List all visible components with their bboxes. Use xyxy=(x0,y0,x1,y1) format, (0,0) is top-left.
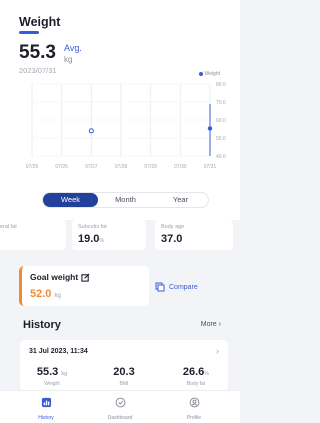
tab-history[interactable]: History xyxy=(16,395,76,421)
history-record[interactable]: 31 Jul 2023, 11:34 › 55.3 kg Weight 20.3… xyxy=(20,340,228,391)
x-tick-label: 07/26 xyxy=(55,164,68,170)
date-label: 2023/07/31 xyxy=(19,66,57,75)
record-body-fat: 26.6% Body fat xyxy=(182,366,210,387)
record-date: 31 Jul 2023, 11:34 xyxy=(29,348,88,355)
legend-label: Weight xyxy=(204,71,220,77)
weight-chart: 80.0 70.0 60.0 50.0 40.0 07/25 07/26 07/27 07/28… xyxy=(26,82,226,170)
data-point xyxy=(88,128,94,134)
compare-button[interactable]: Compare xyxy=(155,282,198,292)
dashboard-icon xyxy=(115,397,125,408)
x-tick-label: 07/27 xyxy=(85,164,98,170)
goal-title: Goal weight xyxy=(30,272,90,282)
more-link[interactable]: More › xyxy=(201,321,221,328)
stat-visceral-fat[interactable]: eral fat xyxy=(0,220,66,250)
data-point xyxy=(207,126,213,131)
y-tick-label: 70.0 xyxy=(216,100,226,106)
title-underline xyxy=(19,31,39,34)
chart-legend: Weight xyxy=(198,71,220,77)
chevron-right-icon: › xyxy=(218,321,221,328)
y-tick-label: 50.0 xyxy=(216,136,226,142)
tab-dashboard[interactable]: Dashboard xyxy=(90,395,150,421)
goal-value: 52.0 kg xyxy=(30,288,61,300)
page-title: Weight xyxy=(19,15,61,29)
profile-icon xyxy=(189,397,199,408)
stat-label: eral fat xyxy=(0,224,17,230)
x-tick-label: 07/31 xyxy=(204,164,217,170)
y-tick-label: 60.0 xyxy=(216,118,226,124)
x-tick-label: 07/25 xyxy=(26,164,39,170)
compare-icon xyxy=(155,282,165,292)
x-tick-label: 07/28 xyxy=(115,164,128,170)
period-selector: Week Month Year xyxy=(42,192,209,208)
stat-body-age[interactable]: Body age 37.0 xyxy=(155,220,233,250)
stat-label: Subcutis fat xyxy=(78,224,107,230)
avg-label: Avg. xyxy=(64,43,82,53)
record-weight: 55.3 kg Weight xyxy=(36,366,68,387)
weight-value: 55.3 xyxy=(19,42,56,63)
stat-value: 19.0% xyxy=(78,233,105,245)
tab-profile[interactable]: Profile xyxy=(164,395,224,421)
record-bmi: 20.3 BMI xyxy=(113,366,135,387)
stat-value: 37.0 xyxy=(161,233,183,245)
y-tick-label: 80.0 xyxy=(216,82,226,88)
stat-subcutaneous-fat[interactable]: Subcutis fat 19.0% xyxy=(72,220,146,250)
edit-icon[interactable] xyxy=(81,273,90,282)
goal-weight-card[interactable]: Goal weight 52.0 kg xyxy=(19,266,149,306)
tab-year[interactable]: Year xyxy=(153,193,208,207)
x-tick-label: 07/29 xyxy=(144,164,157,170)
chevron-right-icon[interactable]: › xyxy=(216,346,219,356)
tab-month[interactable]: Month xyxy=(98,193,153,207)
bottom-tab-bar: History Dashboard Profile xyxy=(0,390,240,423)
stats-row: eral fat Subcutis fat 19.0% Body age 37.… xyxy=(0,220,240,250)
weight-unit: kg xyxy=(64,55,73,64)
stat-label: Body age xyxy=(161,224,185,230)
y-tick-label: 40.0 xyxy=(216,154,226,160)
legend-dot-icon xyxy=(198,72,203,76)
tab-week[interactable]: Week xyxy=(43,193,98,207)
x-tick-label: 07/30 xyxy=(174,164,187,170)
history-title: History xyxy=(23,319,61,331)
history-icon xyxy=(41,397,51,408)
